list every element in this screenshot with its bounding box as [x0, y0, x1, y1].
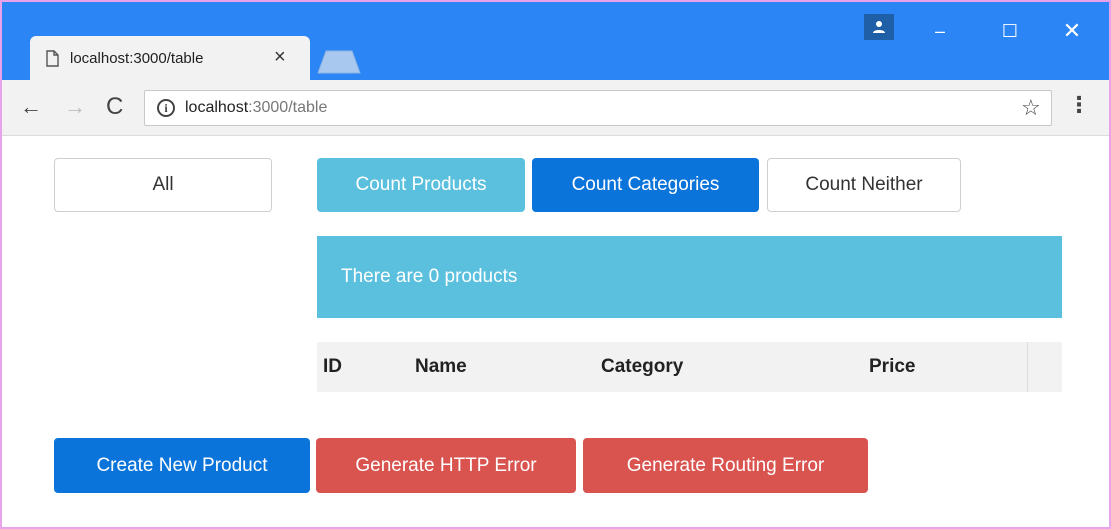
person-icon [873, 21, 885, 33]
browser-toolbar: ← → C i localhost:3000/table ☆ ⋮ [2, 80, 1109, 136]
tab-close-icon[interactable]: × [274, 47, 286, 67]
column-header-name: Name [415, 356, 467, 377]
product-table-header: ID Name Category Price [317, 342, 1062, 392]
url-host: localhost [185, 99, 249, 116]
generate-http-error-button[interactable]: Generate HTTP Error [316, 438, 576, 493]
back-icon[interactable]: ← [20, 94, 42, 120]
count-categories-button[interactable]: Count Categories [532, 158, 759, 212]
title-bar: localhost:3000/table × – ☐ ✕ [2, 2, 1109, 82]
new-tab-button[interactable] [316, 50, 362, 74]
address-bar[interactable]: i localhost:3000/table ☆ [144, 90, 1052, 126]
tab-title: localhost:3000/table [70, 50, 204, 67]
column-header-id: ID [323, 356, 342, 377]
alert-text: There are 0 products [341, 266, 518, 287]
profile-icon[interactable] [864, 14, 894, 40]
count-products-button[interactable]: Count Products [317, 158, 525, 212]
column-divider [1027, 342, 1028, 392]
browser-window: localhost:3000/table × – ☐ ✕ ← → C i loc… [0, 0, 1111, 529]
reload-icon[interactable]: C [106, 94, 123, 120]
close-window-button[interactable]: ✕ [1052, 16, 1092, 46]
column-header-category: Category [601, 356, 684, 377]
maximize-button[interactable]: ☐ [990, 16, 1030, 46]
generate-routing-error-button[interactable]: Generate Routing Error [583, 438, 868, 493]
browser-tab[interactable]: localhost:3000/table × [30, 36, 310, 82]
count-neither-button[interactable]: Count Neither [767, 158, 961, 212]
forward-icon[interactable]: → [64, 94, 86, 120]
menu-icon[interactable]: ⋮ [1068, 92, 1090, 118]
bookmark-star-icon[interactable]: ☆ [1021, 95, 1041, 121]
column-header-price: Price [869, 356, 916, 377]
url-text[interactable]: localhost:3000/table [185, 99, 327, 117]
all-button[interactable]: All [54, 158, 272, 212]
info-icon[interactable]: i [157, 99, 175, 117]
url-path: :3000/table [248, 99, 328, 116]
page-icon [46, 50, 59, 67]
product-count-alert: There are 0 products [317, 236, 1062, 318]
minimize-button[interactable]: – [920, 16, 960, 46]
create-new-product-button[interactable]: Create New Product [54, 438, 310, 493]
